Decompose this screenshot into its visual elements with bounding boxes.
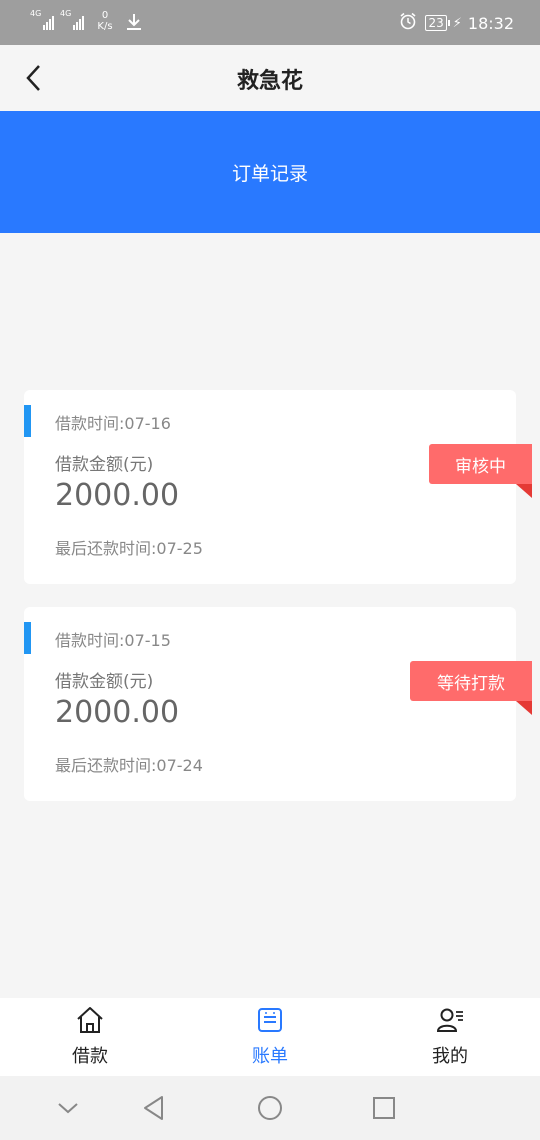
card-accent-marker — [24, 622, 31, 654]
loan-amount: 2000.00 — [55, 478, 180, 513]
tab-label: 我的 — [432, 1046, 468, 1067]
status-badge: 审核中 — [429, 444, 532, 484]
header-banner: 订单记录 — [0, 111, 540, 233]
status-badge-fold — [516, 701, 532, 715]
download-icon — [126, 13, 142, 35]
tab-loan[interactable]: 借款 — [0, 998, 180, 1076]
status-badge: 等待打款 — [410, 661, 532, 701]
net-speed: 0 K/s — [94, 10, 116, 32]
due-date: 最后还款时间:07-24 — [55, 756, 203, 775]
net-speed-value: 0 — [101, 10, 109, 21]
battery-icon: 23 — [425, 15, 451, 31]
profile-icon — [432, 1002, 468, 1038]
signal-icon-2: 4G — [60, 10, 84, 30]
page-title: 救急花 — [236, 69, 303, 94]
charging-icon: ⚡ — [452, 15, 462, 31]
bill-icon — [252, 1002, 288, 1038]
collapse-nav-button[interactable] — [52, 1092, 84, 1124]
amount-label: 借款金额(元) — [55, 455, 154, 475]
tab-profile[interactable]: 我的 — [360, 998, 540, 1076]
chevron-down-icon — [58, 1103, 78, 1114]
network-type-label-2: 4G — [60, 9, 72, 18]
system-back-button[interactable] — [138, 1092, 170, 1124]
signal-icon: 4G — [30, 10, 54, 30]
order-card[interactable]: 借款时间:07-15 借款金额(元) 2000.00 最后还款时间:07-24 … — [24, 607, 532, 801]
amount-label: 借款金额(元) — [55, 672, 154, 692]
banner-title: 订单记录 — [231, 162, 308, 185]
card-accent-marker — [24, 405, 31, 437]
status-bar: 4G 4G 0 K/s 23 ⚡ 18:32 — [0, 0, 540, 45]
bottom-tab-bar: 借款 账单 我的 — [0, 998, 540, 1076]
system-home-button[interactable] — [254, 1092, 286, 1124]
loan-date: 借款时间:07-15 — [55, 631, 171, 650]
tab-label: 账单 — [252, 1046, 288, 1067]
alarm-icon — [399, 12, 417, 34]
circle-home-icon — [258, 1096, 282, 1120]
loan-date: 借款时间:07-16 — [55, 414, 171, 433]
loan-amount: 2000.00 — [55, 695, 180, 730]
net-speed-unit: K/s — [97, 21, 113, 32]
tab-label: 借款 — [72, 1046, 108, 1067]
network-type-label: 4G — [30, 9, 42, 18]
order-card[interactable]: 借款时间:07-16 借款金额(元) 2000.00 最后还款时间:07-25 … — [24, 390, 532, 584]
nav-bar: 救急花 — [0, 45, 540, 111]
system-recents-button[interactable] — [368, 1092, 400, 1124]
tab-bill[interactable]: 账单 — [180, 998, 360, 1076]
home-icon — [72, 1002, 108, 1038]
status-badge-fold — [516, 484, 532, 498]
due-date: 最后还款时间:07-25 — [55, 539, 203, 558]
clock-time: 18:32 — [467, 13, 514, 33]
square-recents-icon — [373, 1097, 395, 1119]
triangle-back-icon — [144, 1096, 163, 1120]
system-nav-bar — [0, 1076, 540, 1140]
